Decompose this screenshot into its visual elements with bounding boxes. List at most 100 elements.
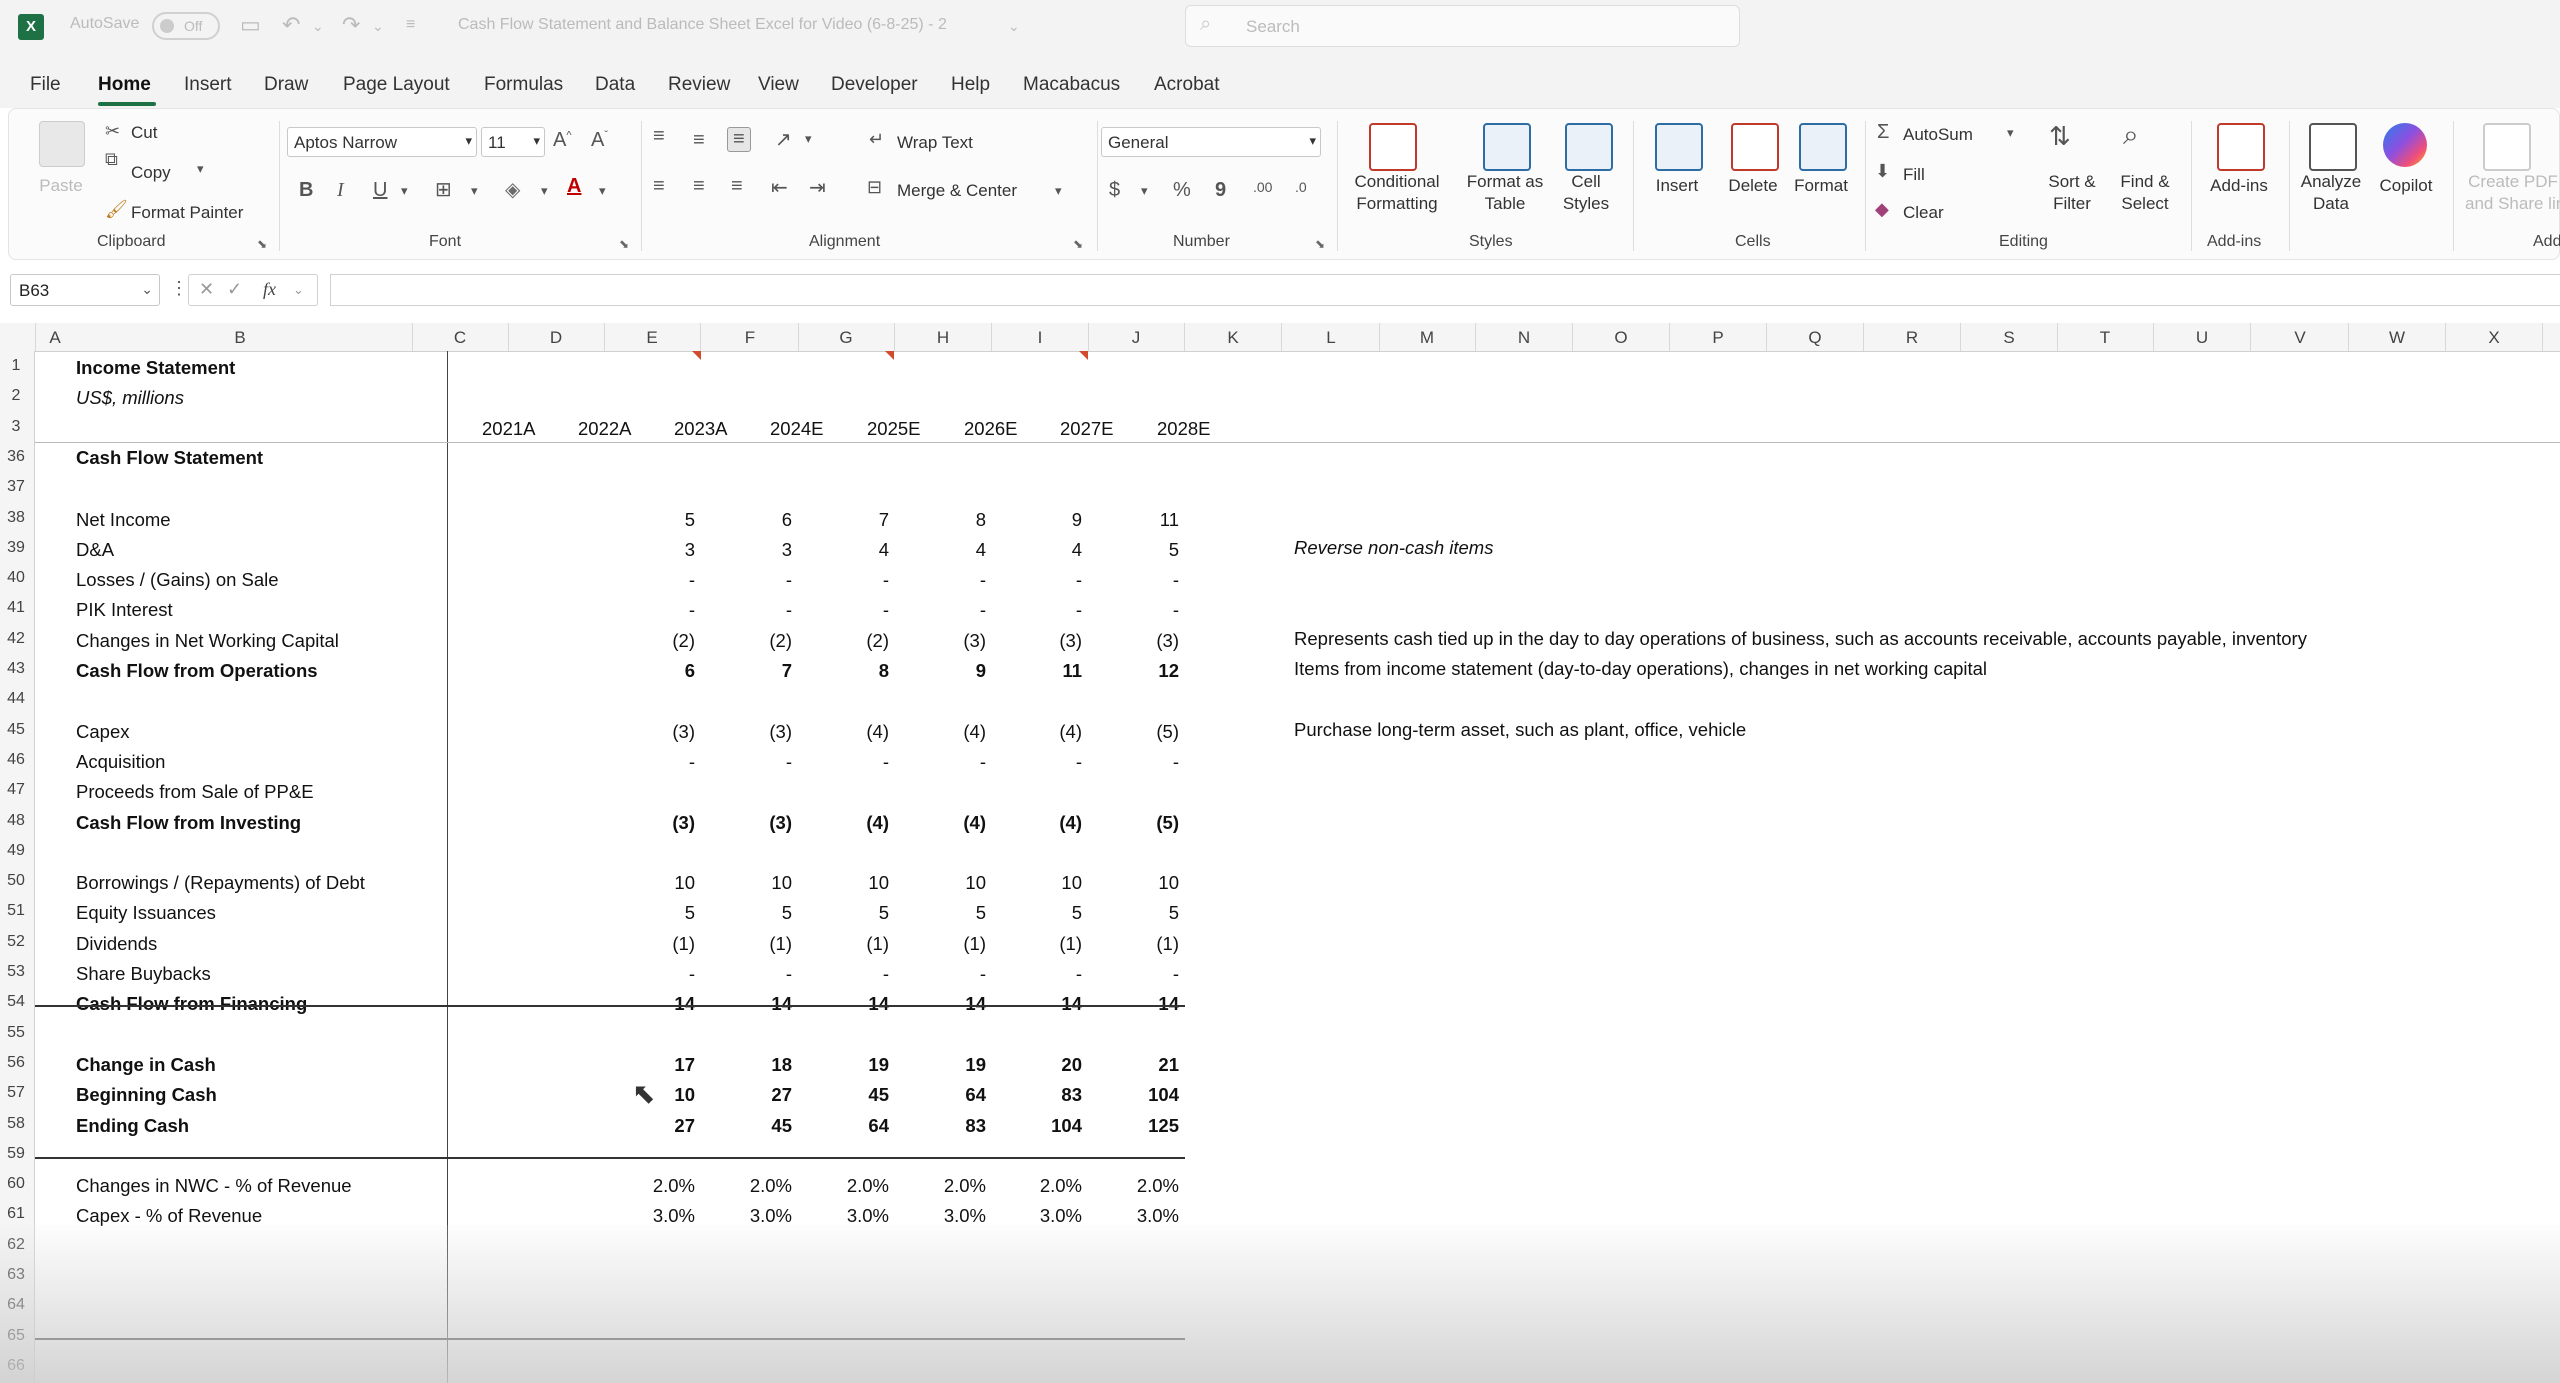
row-header[interactable]: 59 xyxy=(0,1145,32,1163)
value-cell[interactable]: (3) xyxy=(635,721,695,743)
value-cell[interactable]: - xyxy=(829,569,889,591)
column-header[interactable]: I xyxy=(1020,328,1060,348)
save-icon[interactable]: ▭ xyxy=(240,12,261,38)
value-cell[interactable]: (1) xyxy=(732,933,792,955)
column-header[interactable]: U xyxy=(2182,328,2222,348)
tab-developer[interactable]: Developer xyxy=(831,74,918,96)
add-ins-icon[interactable] xyxy=(2217,123,2265,171)
row-header[interactable]: 37 xyxy=(0,478,32,496)
value-cell[interactable]: - xyxy=(1022,751,1082,773)
delete-cells-button[interactable]: Delete xyxy=(1719,175,1787,197)
delete-cells-icon[interactable] xyxy=(1731,123,1779,171)
value-cell[interactable]: 10 xyxy=(635,872,695,894)
column-header[interactable]: P xyxy=(1698,328,1738,348)
row-label[interactable]: Dividends xyxy=(76,933,157,955)
row-label[interactable]: Ending Cash xyxy=(76,1115,189,1137)
find-select-line1[interactable]: Find & xyxy=(2109,171,2181,193)
row-header[interactable]: 54 xyxy=(0,993,32,1011)
row-header[interactable]: 48 xyxy=(0,812,32,830)
value-cell[interactable]: 18 xyxy=(732,1054,792,1076)
value-cell[interactable]: 4 xyxy=(926,539,986,561)
italic-button[interactable]: I xyxy=(337,179,344,202)
align-center-icon[interactable]: ≡ xyxy=(693,175,705,198)
column-header[interactable]: C xyxy=(440,328,480,348)
value-cell[interactable]: 5 xyxy=(829,902,889,924)
row-label[interactable]: Share Buybacks xyxy=(76,963,211,985)
create-pdf-line1[interactable]: Create PDF xyxy=(2465,171,2560,193)
row-header[interactable]: 55 xyxy=(0,1024,32,1042)
customize-toolbar-icon[interactable]: ≡ xyxy=(406,16,415,34)
row-label[interactable]: D&A xyxy=(76,539,114,561)
column-header[interactable]: D xyxy=(536,328,576,348)
units-label[interactable]: US$, millions xyxy=(76,387,184,409)
currency-button[interactable]: $ xyxy=(1109,179,1120,202)
column-header[interactable]: Q xyxy=(1795,328,1835,348)
value-cell[interactable]: - xyxy=(1022,963,1082,985)
add-ins-button[interactable]: Add-ins xyxy=(2201,175,2277,197)
value-cell[interactable]: 10 xyxy=(1119,872,1179,894)
align-top-icon[interactable]: ≡ xyxy=(653,125,665,148)
percent-button[interactable]: % xyxy=(1173,179,1191,202)
value-cell[interactable]: 19 xyxy=(926,1054,986,1076)
value-cell[interactable]: 10 xyxy=(1022,872,1082,894)
column-header[interactable]: N xyxy=(1504,328,1544,348)
create-pdf-icon[interactable] xyxy=(2483,123,2531,171)
tab-help[interactable]: Help xyxy=(951,74,990,96)
row-label[interactable]: Cash Flow from Operations xyxy=(76,660,318,682)
year-header[interactable]: 2027E xyxy=(1060,418,1114,440)
value-cell[interactable]: - xyxy=(926,963,986,985)
value-cell[interactable]: - xyxy=(926,751,986,773)
analyze-data-icon[interactable] xyxy=(2309,123,2357,171)
value-cell[interactable]: 11 xyxy=(1119,509,1179,531)
value-cell[interactable]: 4 xyxy=(1022,539,1082,561)
sheet-title[interactable]: Income Statement xyxy=(76,357,235,379)
value-cell[interactable]: - xyxy=(732,751,792,773)
row-header[interactable]: 1 xyxy=(0,357,32,375)
eraser-icon[interactable]: ◆ xyxy=(1875,199,1889,220)
value-cell[interactable]: - xyxy=(829,963,889,985)
row-label[interactable]: Losses / (Gains) on Sale xyxy=(76,569,279,591)
value-cell[interactable]: 5 xyxy=(1119,902,1179,924)
value-cell[interactable]: - xyxy=(926,599,986,621)
value-cell[interactable]: - xyxy=(635,599,695,621)
orientation-icon[interactable]: ↗ xyxy=(775,127,792,152)
row-label[interactable]: PIK Interest xyxy=(76,599,173,621)
value-cell[interactable]: 5 xyxy=(635,902,695,924)
note-nwc-line1[interactable]: Represents cash tied up in the day to da… xyxy=(1294,628,2307,650)
value-cell[interactable]: 4 xyxy=(829,539,889,561)
value-cell[interactable]: 83 xyxy=(1022,1084,1082,1106)
note-capex[interactable]: Purchase long-term asset, such as plant,… xyxy=(1294,719,1746,741)
copilot-icon[interactable] xyxy=(2383,123,2427,167)
row-label[interactable]: Capex xyxy=(76,721,129,743)
value-cell[interactable]: - xyxy=(829,599,889,621)
sort-filter-line1[interactable]: Sort & xyxy=(2037,171,2107,193)
sort-filter-icon[interactable]: ⇅ xyxy=(2049,121,2071,152)
row-header[interactable]: 44 xyxy=(0,690,32,708)
value-cell[interactable]: 125 xyxy=(1119,1115,1179,1137)
value-cell[interactable]: 6 xyxy=(732,509,792,531)
tab-home[interactable]: Home xyxy=(98,74,151,96)
font-launcher-icon[interactable]: ⬊ xyxy=(619,237,629,251)
value-cell[interactable]: (5) xyxy=(1119,812,1179,834)
row-label[interactable]: Cash Flow from Investing xyxy=(76,812,301,834)
value-cell[interactable]: - xyxy=(732,599,792,621)
column-header[interactable]: B xyxy=(220,328,260,348)
column-header[interactable]: W xyxy=(2377,328,2417,348)
value-cell[interactable]: (4) xyxy=(926,812,986,834)
value-cell[interactable]: (3) xyxy=(926,630,986,652)
value-cell[interactable]: 2.0% xyxy=(1119,1175,1179,1197)
value-cell[interactable]: 5 xyxy=(1119,539,1179,561)
value-cell[interactable]: (3) xyxy=(1022,630,1082,652)
value-cell[interactable]: 10 xyxy=(926,872,986,894)
insert-cells-button[interactable]: Insert xyxy=(1645,175,1709,197)
year-header[interactable]: 2026E xyxy=(964,418,1018,440)
tab-insert[interactable]: Insert xyxy=(184,74,232,96)
column-header[interactable]: V xyxy=(2280,328,2320,348)
conditional-formatting-line1[interactable]: Conditional xyxy=(1347,171,1447,193)
value-cell[interactable]: 2.0% xyxy=(829,1175,889,1197)
value-cell[interactable]: 83 xyxy=(926,1115,986,1137)
undo-icon[interactable]: ↶ xyxy=(282,12,300,38)
fill-button[interactable]: Fill xyxy=(1903,165,1925,185)
formula-input[interactable] xyxy=(330,274,2560,306)
font-size-select[interactable]: 11 ▾ xyxy=(481,127,545,157)
